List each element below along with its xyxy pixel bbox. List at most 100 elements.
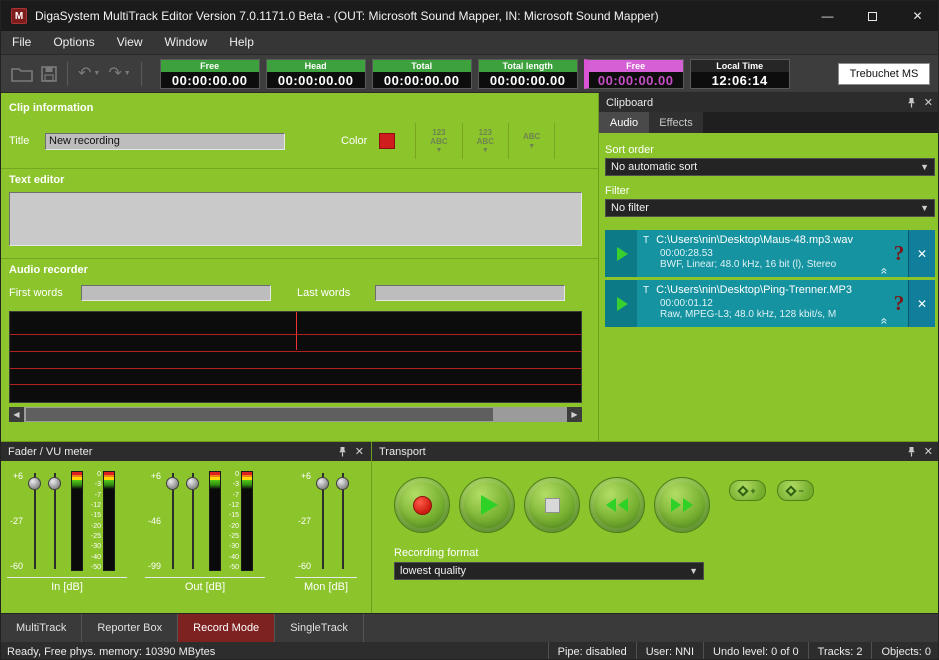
- maximize-button[interactable]: [850, 1, 895, 31]
- add-marker-button[interactable]: +: [729, 480, 766, 501]
- numbering-template-dropdown[interactable]: 123 ABC ▼: [415, 123, 461, 159]
- record-icon: [413, 496, 432, 515]
- tab-singletrack[interactable]: SingleTrack: [275, 614, 364, 642]
- mon-fader-left[interactable]: [313, 471, 333, 571]
- collapse-chevrons-icon[interactable]: «: [880, 318, 890, 325]
- font-selector[interactable]: Trebuchet MS: [838, 63, 930, 85]
- menu-options[interactable]: Options: [42, 31, 105, 54]
- out-vu-meter: 0-3-7-12-15-20-25-30-40-50: [209, 471, 253, 571]
- scrollbar-track[interactable]: [24, 407, 567, 422]
- item-delete-button[interactable]: ✕: [908, 230, 935, 277]
- maximize-icon: [868, 12, 877, 21]
- fast-forward-button[interactable]: [654, 477, 710, 533]
- scroll-right-button[interactable]: ▶: [567, 407, 582, 422]
- filter-label: Filter: [605, 185, 935, 197]
- open-folder-button[interactable]: [11, 66, 33, 82]
- redo-button[interactable]: ↷▼: [108, 66, 130, 82]
- save-button[interactable]: [41, 66, 57, 82]
- color-swatch[interactable]: [379, 133, 395, 149]
- item-delete-button[interactable]: ✕: [908, 280, 935, 327]
- menu-window[interactable]: Window: [154, 31, 219, 54]
- tab-multitrack[interactable]: MultiTrack: [1, 614, 82, 642]
- tab-reporter-box[interactable]: Reporter Box: [82, 614, 178, 642]
- tab-record-mode[interactable]: Record Mode: [178, 614, 275, 642]
- clipboard-item[interactable]: T C:\Users\nin\Desktop\Ping-Trenner.MP3 …: [605, 280, 935, 327]
- time-display-label: Free: [589, 60, 683, 72]
- fader-knob[interactable]: [186, 477, 199, 490]
- fader-knob[interactable]: [166, 477, 179, 490]
- transport-close-button[interactable]: ✕: [924, 445, 933, 458]
- playback-cursor-line: [296, 312, 297, 350]
- undo-icon: ↶: [78, 66, 91, 82]
- remove-marker-button[interactable]: −: [777, 480, 814, 501]
- item-play-button[interactable]: [605, 280, 637, 327]
- plus-icon: +: [750, 486, 755, 496]
- tab-effects[interactable]: Effects: [649, 112, 703, 133]
- first-words-input[interactable]: [81, 285, 271, 301]
- clipboard-close-button[interactable]: ✕: [924, 96, 933, 109]
- record-button[interactable]: [394, 477, 450, 533]
- mon-fader-right[interactable]: [333, 471, 353, 571]
- text-template-dropdown[interactable]: 123 ABC ▼: [462, 123, 508, 159]
- tab-audio[interactable]: Audio: [599, 112, 649, 133]
- waveform-scrollbar[interactable]: ◀ ▶: [9, 407, 582, 422]
- pin-button[interactable]: [338, 446, 347, 457]
- minus-icon: −: [798, 486, 803, 496]
- fader-panel-close-button[interactable]: ✕: [355, 445, 364, 458]
- pin-button[interactable]: [907, 97, 916, 108]
- vu-meter-bar: [209, 471, 221, 571]
- transport-panel: Transport ✕ + − Recording format lowest …: [372, 441, 939, 613]
- out-fader-right[interactable]: [183, 471, 203, 571]
- text-editor-area[interactable]: [9, 192, 582, 246]
- clipboard-item[interactable]: T C:\Users\nin\Desktop\Maus-48.mp3.wav 0…: [605, 230, 935, 277]
- sort-order-dropdown[interactable]: No automatic sort ▼: [605, 158, 935, 176]
- fader-knob[interactable]: [336, 477, 349, 490]
- filter-dropdown[interactable]: No filter ▼: [605, 199, 935, 217]
- recording-format-dropdown[interactable]: lowest quality ▼: [394, 562, 704, 580]
- in-vu-meter: 0-3-7-12-15-20-25-30-40-50: [71, 471, 115, 571]
- last-words-label: Last words: [297, 287, 375, 299]
- dropdown-arrow-icon: ▼: [684, 566, 703, 576]
- collapse-chevrons-icon[interactable]: «: [880, 268, 890, 275]
- diamond-icon: [786, 485, 797, 496]
- menu-help[interactable]: Help: [218, 31, 265, 54]
- minimize-button[interactable]: —: [805, 1, 850, 31]
- undo-button[interactable]: ↶▼: [78, 66, 100, 82]
- time-display-free: Free 00:00:00.00: [160, 59, 260, 89]
- mon-group-label: Mon [dB]: [295, 581, 357, 593]
- in-fader-left[interactable]: [25, 471, 45, 571]
- local-time-display: Local Time 12:06:14: [690, 59, 790, 89]
- title-input[interactable]: [45, 133, 285, 150]
- transport-panel-title: Transport: [372, 446, 907, 458]
- stop-button[interactable]: [524, 477, 580, 533]
- right-arrow-icon: ▶: [571, 410, 577, 419]
- fader-knob[interactable]: [28, 477, 41, 490]
- application-window: M DigaSystem MultiTrack Editor Version 7…: [0, 0, 939, 660]
- menu-file[interactable]: File: [1, 31, 42, 54]
- time-display-value: 00:00:00.00: [479, 72, 577, 88]
- close-button[interactable]: ✕: [895, 1, 939, 31]
- time-display-value: 00:00:00.00: [267, 72, 365, 88]
- scroll-left-button[interactable]: ◀: [9, 407, 24, 422]
- fader-knob[interactable]: [316, 477, 329, 490]
- item-format: Raw, MPEG-L3; 48.0 kHz, 128 kbit/s, M: [660, 309, 878, 320]
- item-duration: 00:00:28.53: [660, 248, 878, 259]
- time-display-value: 00:00:00.00: [589, 72, 683, 88]
- dropdown-arrow-icon: ▼: [436, 147, 443, 154]
- last-words-input[interactable]: [375, 285, 565, 301]
- abc-dropdown[interactable]: ABC ▼: [508, 123, 555, 159]
- pin-button[interactable]: [907, 446, 916, 457]
- clip-tools: 123 ABC ▼ 123 ABC ▼ ABC ▼: [415, 123, 555, 159]
- group-divider-line: [7, 577, 127, 578]
- play-button[interactable]: [459, 477, 515, 533]
- menu-view[interactable]: View: [106, 31, 154, 54]
- text-editor-header: Text editor: [1, 174, 598, 186]
- rewind-button[interactable]: [589, 477, 645, 533]
- item-play-button[interactable]: [605, 230, 637, 277]
- clip-information-panel: Clip information Title Color 123 ABC ▼ 1…: [1, 93, 598, 169]
- scrollbar-thumb[interactable]: [26, 408, 493, 421]
- in-fader-right[interactable]: [45, 471, 65, 571]
- fader-knob[interactable]: [48, 477, 61, 490]
- out-fader-left[interactable]: [163, 471, 183, 571]
- clipboard-panel: Clipboard ✕ Audio Effects Sort order No …: [598, 93, 939, 441]
